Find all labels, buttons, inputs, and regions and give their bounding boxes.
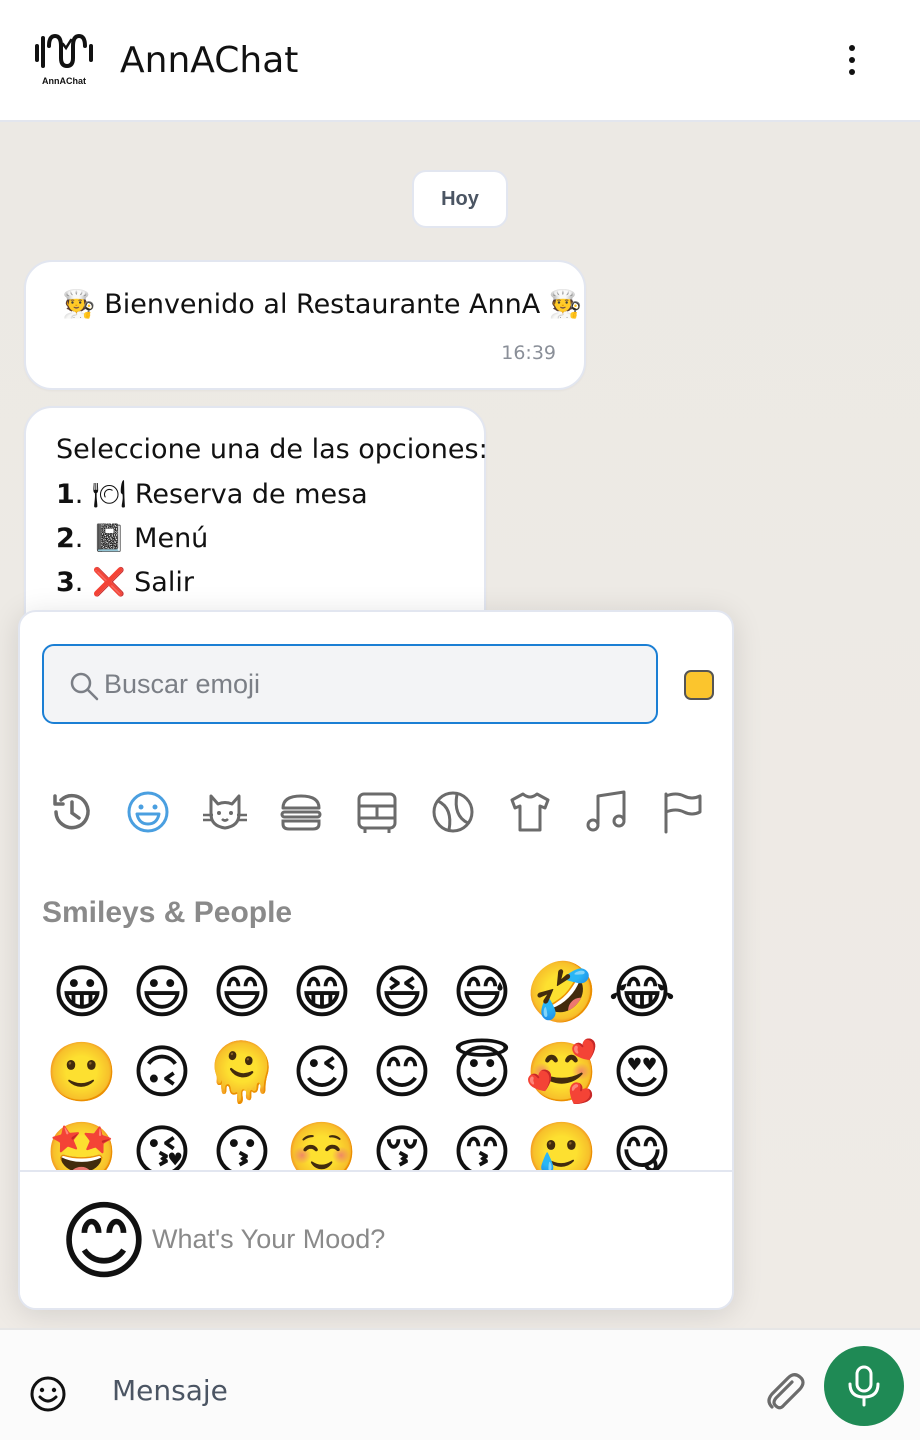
activities-icon[interactable] [423,782,483,842]
emoji-button[interactable]: 😉 [282,1032,362,1112]
preview-emoji: 😊 [59,1194,149,1290]
emoji-button[interactable]: 😄 [202,952,282,1032]
emoji-button[interactable]: 😁 [282,952,362,1032]
emoji-button[interactable]: 😃 [122,952,202,1032]
emoji-category-tabs [42,782,712,842]
microphone-button[interactable] [824,1346,904,1426]
flags-icon[interactable] [652,782,712,842]
option-number: 3 [56,567,75,598]
emoji-button[interactable]: 😇 [442,1032,522,1112]
microphone-icon [848,1365,880,1407]
emoji-button[interactable]: 😗 [202,1112,282,1170]
objects-icon[interactable] [500,782,560,842]
emoji-button[interactable]: 🫠 [202,1032,282,1112]
emoji-button[interactable]: 😋 [602,1112,682,1170]
emoji-button[interactable]: 😘 [122,1112,202,1170]
emoji-button[interactable]: 😙 [442,1112,522,1170]
message-text: 🧑‍🍳 Bienvenido al Restaurante AnnA 🧑‍🍳 [62,289,583,320]
date-chip: Hoy [412,170,508,228]
kebab-menu-icon[interactable] [836,40,868,80]
paperclip-icon[interactable] [762,1370,808,1416]
option-item[interactable]: 1. 🍽 Reserva de mesa [56,478,368,510]
message-input-bar [0,1328,920,1440]
emoji-search-input[interactable] [104,664,644,704]
emoji-search-box[interactable] [42,644,658,724]
app-logo: AnnAChat [32,30,96,90]
message-time: 16:39 [501,342,556,364]
app-title: AnnAChat [120,40,299,81]
option-item[interactable]: 2. 📓 Menú [56,522,208,554]
emoji-picker: Smileys & People 😀 😃 😄 😁 😆 😅 🤣 😂 🙂 🙃 🫠 😉… [18,610,734,1310]
symbols-icon[interactable] [576,782,636,842]
smileys-icon[interactable] [118,782,178,842]
emoji-button[interactable]: 😂 [602,952,682,1032]
emoji-row: 🤩 😘 😗 ☺️ 😚 😙 🥲 😋 [42,1112,702,1170]
option-number: 2 [56,523,75,554]
preview-text: What's Your Mood? [152,1224,386,1254]
logo-caption: AnnAChat [42,76,86,86]
emoji-preview-bar: 😊 What's Your Mood? [20,1170,732,1308]
skin-tone-selector[interactable] [684,670,714,700]
food-icon[interactable] [271,782,331,842]
travel-icon[interactable] [347,782,407,842]
emoji-button[interactable]: 🙃 [122,1032,202,1112]
emoji-button[interactable]: 😀 [42,952,122,1032]
search-icon [70,672,99,701]
emoji-button[interactable]: 🥲 [522,1112,602,1170]
emoji-row: 😀 😃 😄 😁 😆 😅 🤣 😂 [42,952,702,1032]
app-header: AnnAChat AnnAChat [0,0,920,122]
emoji-toggle-icon[interactable] [28,1374,68,1414]
recent-icon[interactable] [42,782,102,842]
emoji-section-title: Smileys & People [42,896,293,929]
emoji-button[interactable]: 🤩 [42,1112,122,1170]
annachat-logo-icon [35,33,93,69]
emoji-button[interactable]: 🙂 [42,1032,122,1112]
message-bubble: 🧑‍🍳 Bienvenido al Restaurante AnnA 🧑‍🍳 1… [24,260,586,390]
option-item[interactable]: 3. ❌ Salir [56,566,194,598]
message-input[interactable] [112,1370,732,1410]
emoji-button[interactable]: 😅 [442,952,522,1032]
emoji-button[interactable]: 🥰 [522,1032,602,1112]
emoji-button[interactable]: 😊 [362,1032,442,1112]
emoji-button[interactable]: 😚 [362,1112,442,1170]
emoji-grid: 😀 😃 😄 😁 😆 😅 🤣 😂 🙂 🙃 🫠 😉 😊 😇 🥰 😍 🤩 😘 😗 ☺️ [42,952,702,1170]
emoji-button[interactable]: 😆 [362,952,442,1032]
message-text: Seleccione una de las opciones: [56,434,488,465]
emoji-button[interactable]: 😍 [602,1032,682,1112]
emoji-button[interactable]: 🤣 [522,952,602,1032]
option-label: . 🍽 Reserva de mesa [74,479,368,510]
emoji-row: 🙂 🙃 🫠 😉 😊 😇 🥰 😍 [42,1032,702,1112]
emoji-button[interactable]: ☺️ [282,1112,362,1170]
option-label: . 📓 Menú [74,523,209,554]
option-number: 1 [56,479,75,510]
animals-icon[interactable] [195,782,255,842]
option-label: . ❌ Salir [74,567,194,598]
